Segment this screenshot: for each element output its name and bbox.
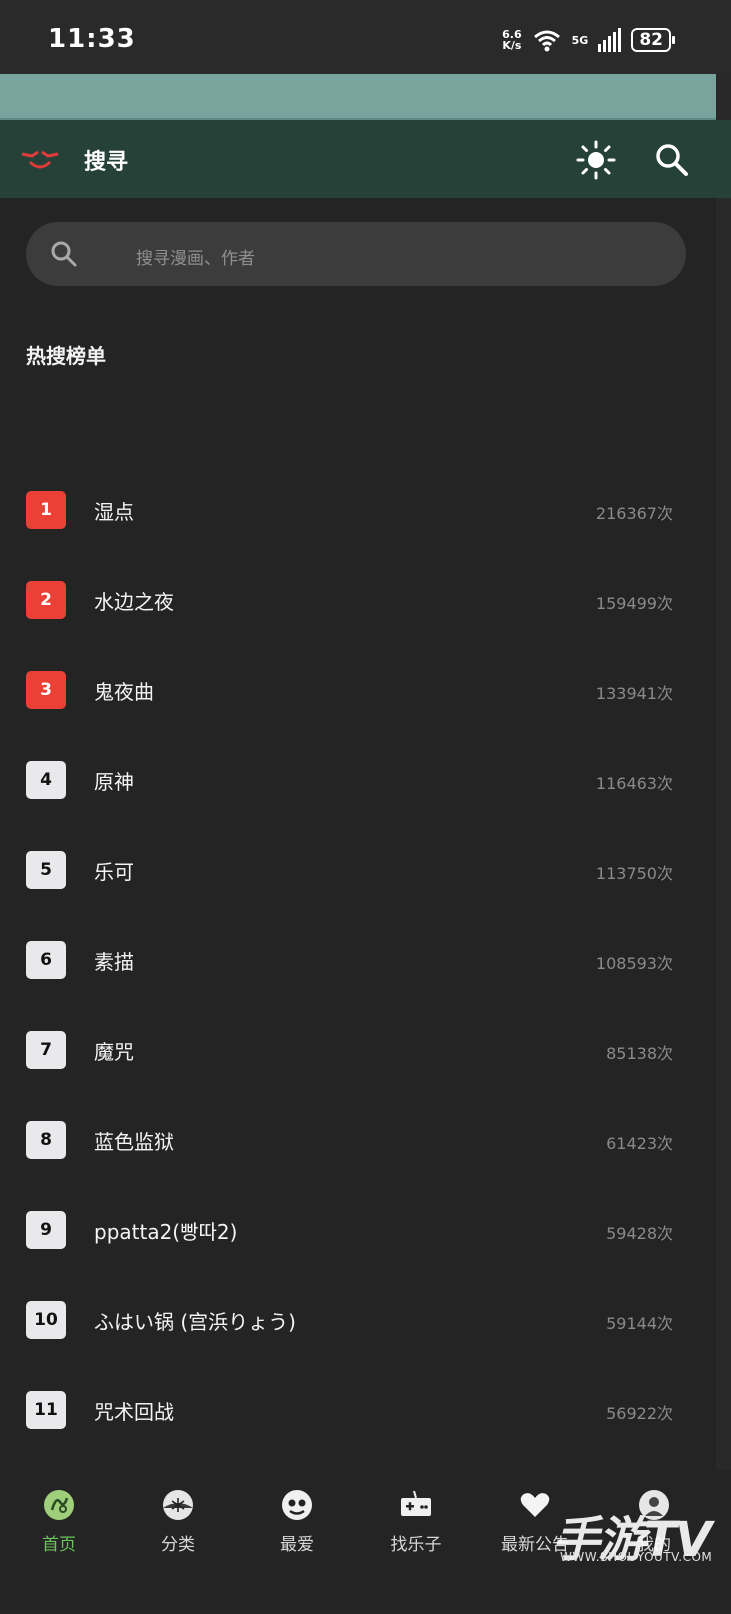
- heart-icon: [520, 1493, 550, 1517]
- watermark: 手游TV WWW.SHOUYOUTV.COM: [552, 1500, 712, 1570]
- gamepad-icon: [401, 1490, 431, 1516]
- search-placeholder: 搜寻漫画、作者: [136, 249, 255, 269]
- nav-fun[interactable]: 找乐子: [366, 1488, 466, 1555]
- item-count: 59428次: [606, 1224, 673, 1243]
- status-icons: 6.6 K/s 5G 82: [502, 28, 675, 52]
- rank-badge: 6: [26, 941, 66, 979]
- signal-icon: [598, 28, 622, 52]
- list-item[interactable]: 3 鬼夜曲 133941次: [0, 660, 731, 720]
- item-name: 咒术回战: [94, 1400, 174, 1424]
- nav-label: 分类: [161, 1535, 195, 1555]
- network-type: 5G: [571, 33, 589, 47]
- search-icon: [51, 241, 77, 267]
- smile-face-icon[interactable]: [20, 148, 60, 172]
- battery-indicator: 82: [631, 28, 675, 52]
- rank-badge: 11: [26, 1391, 66, 1429]
- net-speed: 6.6 K/s: [502, 29, 522, 51]
- item-count: 61423次: [606, 1134, 673, 1153]
- nav-home[interactable]: 首页: [9, 1488, 109, 1555]
- rank-badge: 1: [26, 491, 66, 529]
- wifi-icon: [533, 30, 560, 52]
- list-item[interactable]: 9 ppatta2(빵따2) 59428次: [0, 1200, 731, 1260]
- list-item[interactable]: 2 水边之夜 159499次: [0, 570, 731, 630]
- list-item[interactable]: 7 魔咒 85138次: [0, 1020, 731, 1080]
- item-count: 113750次: [595, 864, 673, 883]
- item-name: 素描: [94, 950, 134, 974]
- item-name: 魔咒: [94, 1040, 134, 1064]
- rank-badge: 10: [26, 1301, 66, 1339]
- search-input[interactable]: 搜寻漫画、作者: [26, 222, 686, 286]
- rank-badge: 5: [26, 851, 66, 889]
- item-name: ppatta2(빵따2): [94, 1220, 238, 1244]
- item-count: 59144次: [606, 1314, 673, 1333]
- nav-label: 首页: [42, 1535, 76, 1555]
- favorite-icon: [282, 1490, 312, 1520]
- top-bar: 搜寻: [0, 120, 731, 198]
- item-name: 蓝色监狱: [94, 1130, 174, 1154]
- list-item[interactable]: 10 ふはい锅 (宫浜りょう) 59144次: [0, 1290, 731, 1350]
- nav-label: 最爱: [280, 1535, 314, 1555]
- list-item[interactable]: 6 素描 108593次: [0, 930, 731, 990]
- hot-list-title: 热搜榜单: [26, 344, 106, 368]
- item-name: 水边之夜: [94, 590, 174, 614]
- rank-badge: 8: [26, 1121, 66, 1159]
- list-item[interactable]: 11 咒术回战 56922次: [0, 1380, 731, 1440]
- nav-label: 找乐子: [390, 1535, 442, 1555]
- status-bar: 11:33 6.6 K/s 5G 82: [0, 0, 731, 74]
- rank-badge: 2: [26, 581, 66, 619]
- rank-badge: 7: [26, 1031, 66, 1069]
- item-count: 159499次: [595, 594, 673, 613]
- nav-category[interactable]: 分类: [128, 1488, 228, 1555]
- item-count: 108593次: [595, 954, 673, 973]
- list-item[interactable]: 5 乐可 113750次: [0, 840, 731, 900]
- item-name: ふはい锅 (宫浜りょう): [94, 1310, 296, 1334]
- sun-icon[interactable]: [576, 140, 616, 180]
- page-title: 搜寻: [84, 150, 129, 175]
- nav-favorite[interactable]: 最爱: [247, 1488, 347, 1555]
- banner[interactable]: [0, 74, 716, 120]
- item-name: 鬼夜曲: [94, 680, 154, 704]
- item-name: 乐可: [94, 860, 134, 884]
- item-count: 133941次: [595, 684, 673, 703]
- item-count: 56922次: [606, 1404, 673, 1423]
- watermark-url: WWW.SHOUYOUTV.COM: [560, 1550, 713, 1564]
- status-time: 11:33: [48, 24, 136, 54]
- item-count: 85138次: [606, 1044, 673, 1063]
- list-item[interactable]: 1 湿点 216367次: [0, 480, 731, 540]
- item-count: 216367次: [595, 504, 673, 523]
- item-count: 116463次: [595, 774, 673, 793]
- category-icon: [163, 1490, 193, 1520]
- item-name: 湿点: [94, 500, 134, 524]
- rank-badge: 4: [26, 761, 66, 799]
- rank-badge: 3: [26, 671, 66, 709]
- rank-badge: 9: [26, 1211, 66, 1249]
- search-icon[interactable]: [652, 140, 692, 180]
- net-speed-unit: K/s: [502, 39, 522, 52]
- home-icon: [44, 1490, 74, 1520]
- list-item[interactable]: 4 原神 116463次: [0, 750, 731, 810]
- item-name: 原神: [94, 770, 134, 794]
- list-item[interactable]: 8 蓝色监狱 61423次: [0, 1110, 731, 1170]
